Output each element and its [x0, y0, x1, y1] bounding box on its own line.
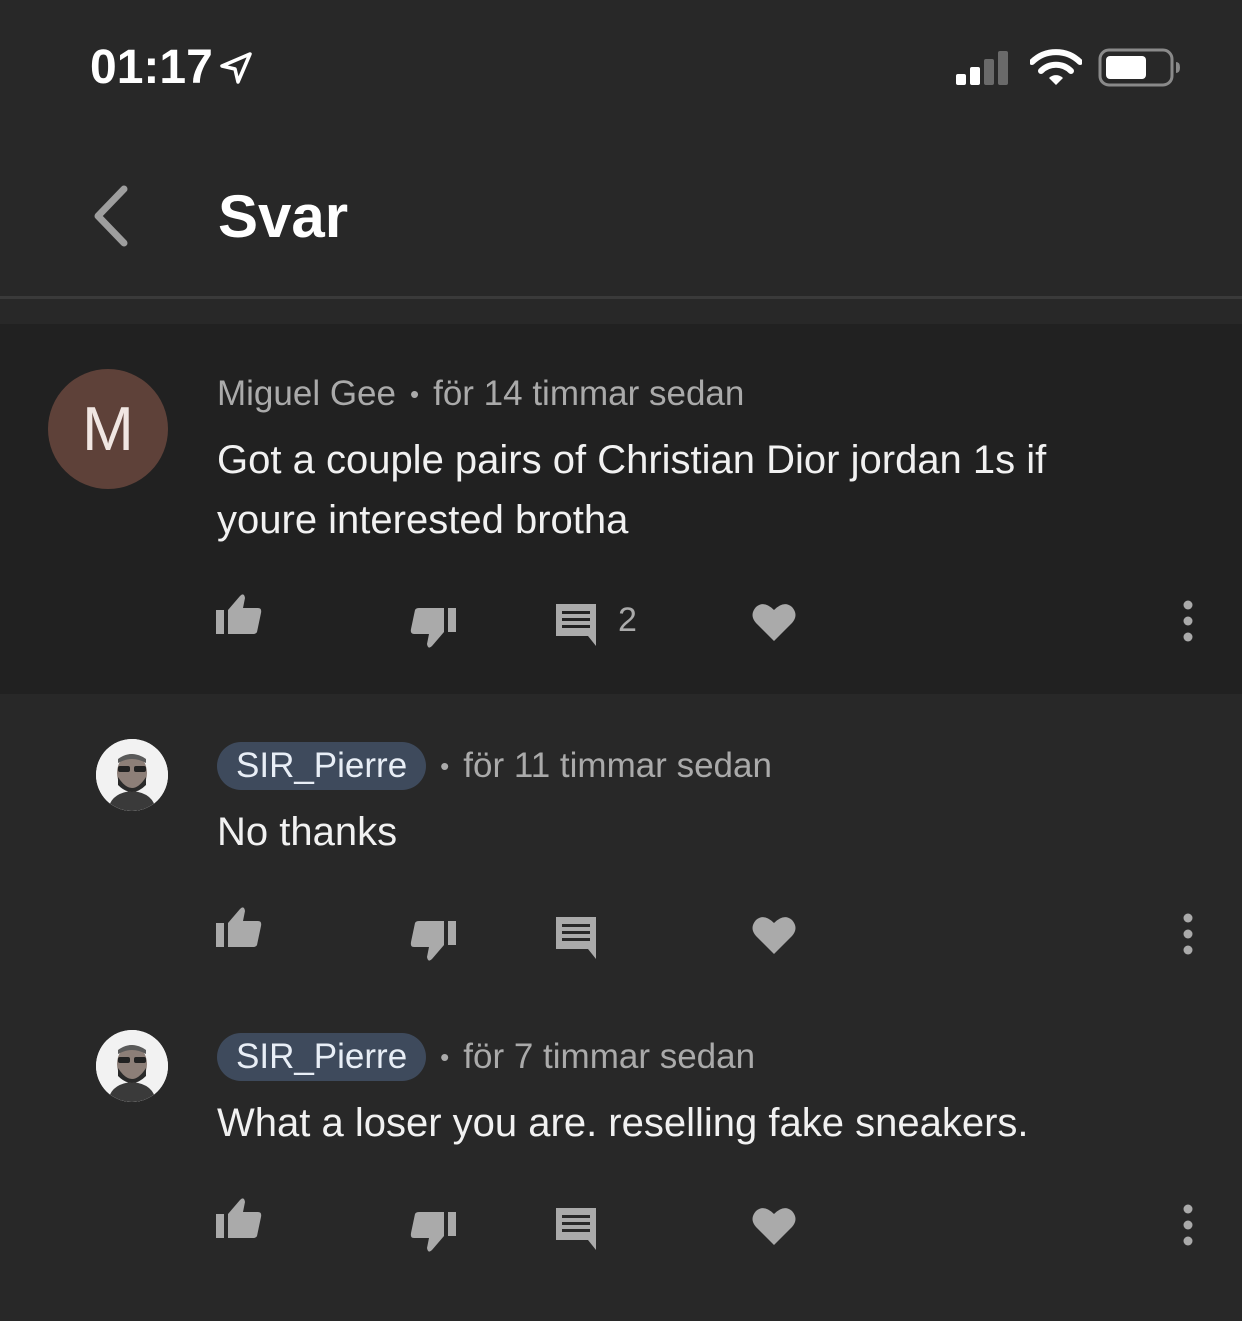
heart-icon — [752, 917, 796, 954]
comment-text-line-2: youre interested brotha — [217, 498, 629, 542]
comment-icon — [556, 917, 596, 959]
dislike-button[interactable] — [408, 604, 458, 655]
avatar[interactable] — [96, 1030, 168, 1102]
comment-text: What a loser you are. reselling fake sne… — [217, 1101, 1029, 1145]
more-options-button[interactable] — [1176, 913, 1200, 960]
thumbs-up-icon — [216, 594, 262, 634]
comment-meta: SIR_Pierre • för 7 timmar sedan — [217, 1033, 755, 1081]
separator-dot: • — [440, 751, 450, 781]
thumbs-down-icon — [410, 608, 456, 648]
back-button[interactable] — [80, 180, 140, 252]
like-button[interactable] — [214, 592, 264, 643]
like-button[interactable] — [214, 905, 264, 956]
heart-button[interactable] — [752, 1206, 796, 1251]
heart-button[interactable] — [752, 602, 796, 647]
avatar[interactable]: M — [48, 369, 168, 489]
avatar[interactable] — [96, 739, 168, 811]
thumbs-down-icon — [410, 1212, 456, 1252]
thumbs-up-icon — [216, 907, 262, 947]
comment-timestamp: för 11 timmar sedan — [463, 746, 772, 785]
battery-icon — [1098, 48, 1182, 93]
separator-dot: • — [409, 379, 420, 409]
reply-button[interactable] — [554, 1206, 598, 1255]
wifi-icon — [1029, 48, 1083, 93]
comment-timestamp: för 14 timmar sedan — [433, 374, 745, 413]
more-vertical-icon — [1183, 913, 1193, 955]
reply-button[interactable] — [554, 915, 598, 964]
heart-icon — [752, 604, 796, 641]
profile-photo-icon — [96, 1030, 168, 1102]
more-options-button[interactable] — [1176, 1204, 1200, 1251]
dislike-button[interactable] — [408, 917, 458, 968]
location-arrow-icon — [218, 50, 254, 91]
chevron-left-icon — [94, 185, 128, 247]
dislike-button[interactable] — [408, 1208, 458, 1259]
header-divider — [0, 296, 1242, 299]
cellular-signal-icon — [956, 50, 1014, 91]
profile-photo-icon — [96, 739, 168, 811]
more-vertical-icon — [1183, 600, 1193, 642]
author-chip[interactable]: SIR_Pierre — [217, 742, 427, 790]
comment-icon — [556, 604, 596, 646]
comment-text-line-1: Got a couple pairs of Christian Dior jor… — [217, 438, 1047, 482]
comment-meta: Miguel Gee • för 14 timmar sedan — [217, 372, 744, 416]
comment-icon — [556, 1208, 596, 1250]
status-time: 01:17 — [90, 41, 213, 94]
more-vertical-icon — [1183, 1204, 1193, 1246]
page-title: Svar — [218, 183, 349, 250]
more-options-button[interactable] — [1176, 600, 1200, 647]
reply-count: 2 — [618, 601, 637, 639]
like-button[interactable] — [214, 1196, 264, 1247]
heart-icon — [752, 1208, 796, 1245]
reply-button[interactable] — [554, 602, 598, 651]
heart-button[interactable] — [752, 915, 796, 960]
thumbs-down-icon — [410, 921, 456, 961]
thumbs-up-icon — [216, 1198, 262, 1238]
comment-timestamp: för 7 timmar sedan — [463, 1037, 756, 1076]
author-chip[interactable]: SIR_Pierre — [217, 1033, 427, 1081]
comment-meta: SIR_Pierre • för 11 timmar sedan — [217, 742, 772, 790]
comment-text: No thanks — [217, 810, 398, 854]
separator-dot: • — [440, 1042, 450, 1072]
comment-author[interactable]: Miguel Gee — [217, 372, 396, 416]
